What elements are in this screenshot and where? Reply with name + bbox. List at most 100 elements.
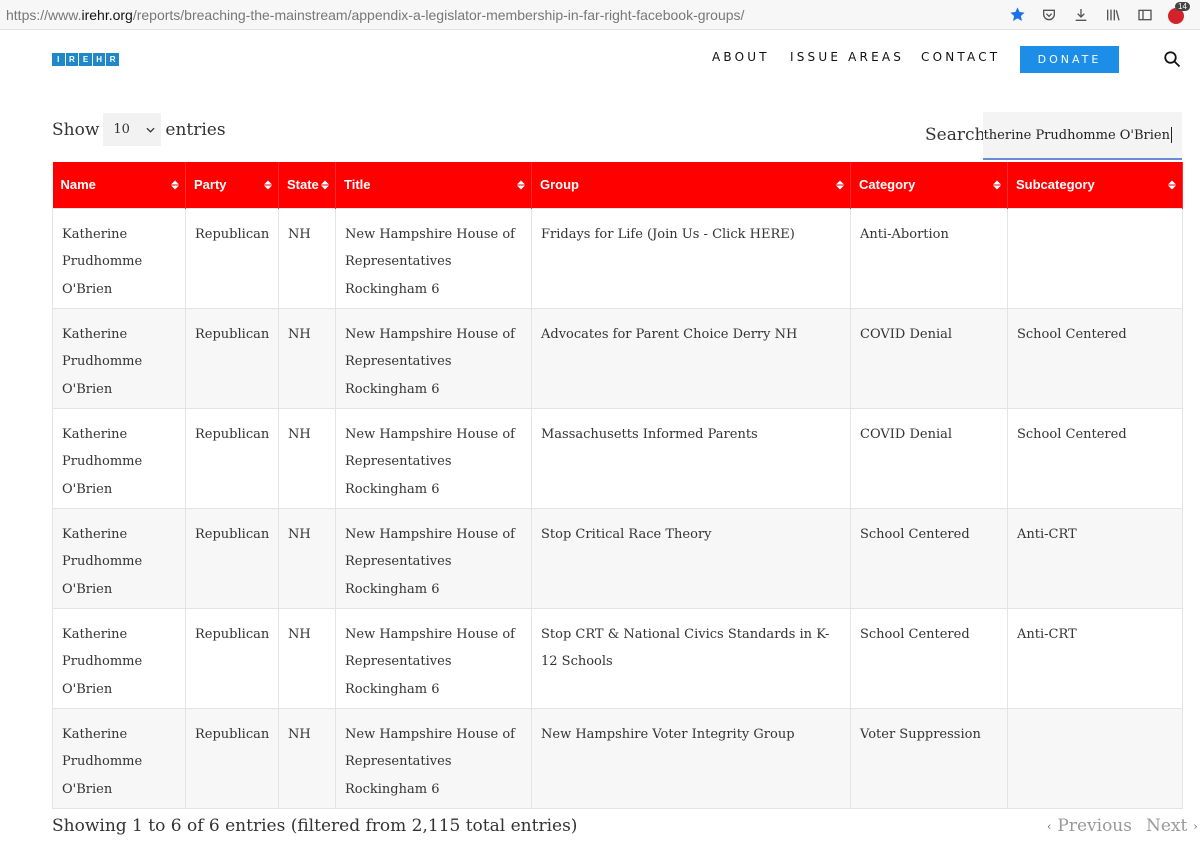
sort-icon [1168, 180, 1176, 190]
previous-arrow-icon: ‹ [1047, 819, 1052, 833]
cell-group: Fridays for Life (Join Us - Click HERE) [531, 207, 851, 308]
donate-button[interactable]: DONATE [1020, 46, 1119, 73]
logo-letter: R [65, 53, 79, 66]
cell-group: Stop Critical Race Theory [531, 507, 851, 608]
column-header-category[interactable]: Category [850, 162, 1008, 208]
cell-title: New Hampshire House of Representatives R… [335, 507, 532, 608]
cell-title: New Hampshire House of Representatives R… [335, 707, 532, 809]
cell-title: New Hampshire House of Representatives R… [335, 307, 532, 408]
sort-icon [836, 180, 844, 190]
column-label: Name [60, 177, 96, 193]
sort-icon [993, 180, 1001, 190]
table-body: Katherine Prudhomme O'Brien Republican N… [52, 207, 1183, 809]
previous-button[interactable]: Previous [1057, 816, 1132, 836]
table-row: Katherine Prudhomme O'Brien Republican N… [52, 507, 1183, 608]
column-label: Subcategory [1016, 177, 1095, 193]
column-label: Party [194, 177, 227, 193]
search-icon[interactable] [1163, 50, 1181, 68]
search-label: Search: [925, 125, 992, 145]
url-domain: irehr.org [81, 6, 133, 23]
sort-icon [264, 180, 272, 190]
search-value: atherine Prudhomme O'Brien [983, 127, 1170, 143]
next-arrow-icon: › [1193, 819, 1198, 833]
header-row: Name Party State Title Group Category Su… [52, 162, 1183, 208]
cell-party: Republican [185, 407, 279, 508]
cell-subcategory: School Centered [1007, 307, 1183, 408]
pocket-icon[interactable] [1040, 6, 1058, 24]
cell-state: NH [278, 707, 336, 809]
table-info: Showing 1 to 6 of 6 entries (filtered fr… [52, 816, 578, 836]
cell-group: Massachusetts Informed Parents [531, 407, 851, 508]
column-header-state[interactable]: State [278, 162, 336, 208]
cell-title: New Hampshire House of Representatives R… [335, 607, 532, 708]
nav-contact[interactable]: CONTACT [921, 50, 1000, 64]
sort-icon [171, 180, 179, 190]
cell-state: NH [278, 507, 336, 608]
cell-party: Republican [185, 507, 279, 608]
nav-about[interactable]: ABOUT [712, 50, 770, 64]
url-prefix: https://www. [6, 6, 82, 23]
table-row: Katherine Prudhomme O'Brien Republican N… [52, 407, 1183, 508]
cell-group: Advocates for Parent Choice Derry NH [531, 307, 851, 408]
show-label: Show [52, 119, 100, 140]
page-length-select[interactable]: 10 [103, 113, 162, 146]
table-row: Katherine Prudhomme O'Brien Republican N… [52, 707, 1183, 809]
cell-category: Anti-Abortion [850, 207, 1008, 308]
cell-party: Republican [185, 207, 279, 308]
cell-party: Republican [185, 307, 279, 408]
entries-label: entries [165, 119, 226, 140]
cell-name: Katherine Prudhomme O'Brien [52, 207, 186, 308]
cell-category: School Centered [850, 607, 1008, 708]
url-path: /reports/breaching-the-mainstream/append… [132, 6, 745, 23]
cell-subcategory: School Centered [1007, 407, 1183, 508]
cell-category: Voter Suppression [850, 707, 1008, 809]
sort-icon [321, 180, 329, 190]
browser-url-bar[interactable]: https://www.irehr.org/reports/breaching-… [0, 0, 1200, 30]
table-row: Katherine Prudhomme O'Brien Republican N… [52, 607, 1183, 708]
table-header: Name Party State Title Group Category Su… [52, 162, 1183, 208]
cell-subcategory [1007, 207, 1183, 308]
cell-subcategory [1007, 707, 1183, 809]
cell-name: Katherine Prudhomme O'Brien [52, 307, 186, 408]
cell-name: Katherine Prudhomme O'Brien [52, 607, 186, 708]
chevron-down-icon [146, 127, 155, 133]
table-row: Katherine Prudhomme O'Brien Republican N… [52, 307, 1183, 408]
sidebar-icon[interactable] [1136, 6, 1154, 24]
cell-category: COVID Denial [850, 307, 1008, 408]
logo-letter: R [106, 53, 119, 66]
logo-letter: H [92, 53, 106, 66]
cell-category: COVID Denial [850, 407, 1008, 508]
extension-icon[interactable]: 14 [1168, 1, 1190, 24]
bookmark-star-icon[interactable] [1008, 6, 1026, 24]
cell-subcategory: Anti-CRT [1007, 507, 1183, 608]
download-icon[interactable] [1072, 6, 1090, 24]
cell-state: NH [278, 307, 336, 408]
logo-letter: I [52, 53, 65, 66]
cell-party: Republican [185, 607, 279, 708]
column-header-party[interactable]: Party [185, 162, 279, 208]
cell-name: Katherine Prudhomme O'Brien [52, 407, 186, 508]
column-label: Group [540, 177, 579, 193]
url-text[interactable]: https://www.irehr.org/reports/breaching-… [0, 7, 1008, 23]
cell-name: Katherine Prudhomme O'Brien [52, 707, 186, 809]
irehr-logo[interactable]: I R E H R [52, 53, 119, 66]
column-header-group[interactable]: Group [531, 162, 851, 208]
next-button[interactable]: Next [1146, 816, 1187, 836]
column-label: Category [859, 177, 916, 193]
column-header-title[interactable]: Title [335, 162, 532, 208]
cell-state: NH [278, 607, 336, 708]
library-icon[interactable] [1104, 6, 1122, 24]
column-label: State [287, 177, 319, 193]
cell-name: Katherine Prudhomme O'Brien [52, 507, 186, 608]
nav-issue-areas[interactable]: ISSUE AREAS [790, 50, 904, 64]
column-header-name[interactable]: Name [52, 162, 186, 208]
cell-group: New Hampshire Voter Integrity Group [531, 707, 851, 809]
search-input[interactable]: atherine Prudhomme O'Brien [983, 112, 1182, 160]
page-length-value: 10 [113, 122, 130, 137]
logo-letter: E [79, 53, 92, 66]
cell-group: Stop CRT & National Civics Standards in … [531, 607, 851, 708]
column-header-subcategory[interactable]: Subcategory [1007, 162, 1183, 208]
column-label: Title [344, 177, 371, 193]
site-header: I R E H R ABOUT ISSUE AREAS CONTACT DONA… [0, 30, 1200, 90]
cell-title: New Hampshire House of Representatives R… [335, 207, 532, 308]
